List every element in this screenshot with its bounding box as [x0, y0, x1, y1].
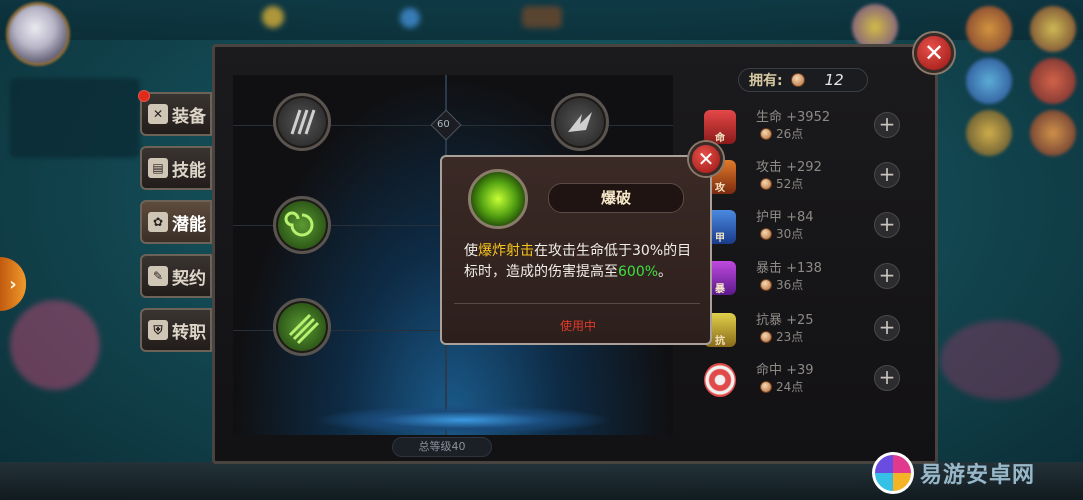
book-icon: ▤ — [148, 158, 168, 178]
damage-value: 600% — [618, 264, 659, 280]
stat-row-crit: 暴 暴击 +138 36点 + — [704, 257, 910, 303]
close-panel-button[interactable]: ✕ — [914, 33, 954, 73]
potential-point-icon — [760, 278, 772, 291]
contract-icon: ✎ — [148, 266, 168, 286]
tab-label: 契约 — [172, 268, 206, 289]
close-popup-button[interactable]: ✕ — [689, 142, 723, 176]
stat-name: 护甲 +84 — [756, 210, 814, 225]
diamond-icon — [400, 8, 420, 28]
watermark-logo — [872, 452, 914, 494]
owned-label: 拥有: — [749, 73, 783, 89]
watermark-text: 易游安卓网 — [920, 463, 1036, 488]
add-hp-button[interactable]: + — [874, 112, 900, 138]
stat-cost: 36点 — [760, 276, 803, 293]
popup-description: 使爆炸射击在攻击生命低于30%的目标时，造成的伤害提高至600%。 — [464, 243, 692, 280]
stat-cost: 23点 — [760, 328, 803, 345]
tab-job-change[interactable]: ⛨ 转职 — [140, 308, 212, 352]
stat-row-crit-resist: 抗 抗暴 +25 23点 + — [704, 309, 910, 355]
tab-label: 转职 — [172, 322, 206, 343]
explosive-shot-icon — [468, 169, 528, 229]
add-crit-button[interactable]: + — [874, 263, 900, 289]
stat-cost: 24点 — [760, 378, 803, 395]
potential-point-icon — [760, 227, 772, 240]
rank-icon[interactable] — [966, 110, 1012, 156]
stat-cost: 52点 — [760, 175, 803, 192]
tab-equipment[interactable]: ✕ 装备 — [140, 92, 212, 136]
divider — [454, 303, 700, 304]
treasure-icon[interactable] — [1030, 110, 1076, 156]
add-accuracy-button[interactable]: + — [874, 365, 900, 391]
chevron-right-icon: › — [9, 273, 17, 295]
tree-glow — [313, 405, 613, 435]
skill-node-bullets[interactable] — [273, 298, 331, 356]
gold-icon — [262, 6, 284, 28]
skill-node-spikes[interactable] — [551, 93, 609, 151]
owned-points: 拥有: 12 — [738, 68, 868, 92]
stat-name: 抗暴 +25 — [756, 313, 814, 328]
skill-tooltip-popup: 爆破 使爆炸射击在攻击生命低于30%的目标时，造成的伤害提高至600%。 使用中 — [440, 155, 712, 345]
stat-name: 暴击 +138 — [756, 261, 822, 276]
target-icon — [704, 363, 736, 397]
player-avatar[interactable] — [6, 2, 70, 66]
add-attack-button[interactable]: + — [874, 162, 900, 188]
spiral-icon — [284, 211, 314, 237]
owned-value: 12 — [824, 71, 844, 89]
potential-point-icon — [760, 380, 772, 393]
tab-label: 潜能 — [172, 214, 206, 235]
stat-cost: 30点 — [760, 225, 803, 242]
gift-icon[interactable] — [1030, 58, 1076, 104]
popup-title: 爆破 — [548, 183, 684, 213]
tab-contract[interactable]: ✎ 契约 — [140, 254, 212, 298]
coral-decoration-right — [940, 320, 1060, 400]
stat-name: 生命 +3952 — [756, 110, 831, 125]
tab-label: 技能 — [172, 160, 206, 181]
shield-icon: ⛨ — [148, 320, 168, 340]
potential-point-icon — [760, 127, 772, 140]
potential-point-icon — [760, 330, 772, 343]
potential-point-icon — [760, 177, 772, 190]
close-icon: ✕ — [697, 147, 715, 171]
stat-row-accuracy: 命中 +39 24点 + — [704, 359, 910, 405]
watermark: 易游安卓网 — [872, 448, 1082, 498]
heart-icon: 命 — [704, 110, 736, 144]
background-button — [522, 6, 562, 28]
claw-icon — [290, 109, 316, 135]
tab-potential[interactable]: ✿ 潜能 — [140, 200, 212, 244]
swords-icon: ✕ — [148, 104, 168, 124]
potential-point-icon — [790, 73, 805, 87]
skill-name-highlight: 爆炸射击 — [478, 243, 534, 259]
close-icon: ✕ — [923, 39, 945, 67]
stat-name: 命中 +39 — [756, 363, 814, 378]
add-crit-resist-button[interactable]: + — [874, 315, 900, 341]
background-info-panel — [10, 78, 140, 158]
tab-skills[interactable]: ▤ 技能 — [140, 146, 212, 190]
skill-node-claw[interactable] — [273, 93, 331, 151]
stat-cost: 26点 — [760, 125, 803, 142]
total-level-label: 总等级40 — [392, 437, 492, 457]
reward-icon[interactable] — [966, 6, 1012, 52]
expand-arrow-button[interactable]: › — [0, 257, 26, 311]
status-in-use: 使用中 — [559, 319, 596, 333]
stat-row-armor: 甲 护甲 +84 30点 + — [704, 206, 910, 252]
bullets-icon — [288, 313, 320, 345]
level-marker-text: 60 — [437, 119, 450, 130]
skill-node-spiral[interactable] — [273, 196, 331, 254]
stat-row-hp: 命 生命 +3952 26点 + — [704, 106, 910, 152]
coral-decoration — [10, 300, 100, 390]
spikes-icon — [568, 112, 592, 132]
activity-icon[interactable] — [966, 58, 1012, 104]
gear-icon: ✿ — [148, 212, 168, 232]
notification-dot — [138, 90, 150, 102]
stat-row-attack: 攻 攻击 +292 52点 + — [704, 156, 910, 202]
add-armor-button[interactable]: + — [874, 212, 900, 238]
shop-icon[interactable] — [1030, 6, 1076, 52]
tab-label: 装备 — [172, 106, 206, 127]
stat-name: 攻击 +292 — [756, 160, 822, 175]
